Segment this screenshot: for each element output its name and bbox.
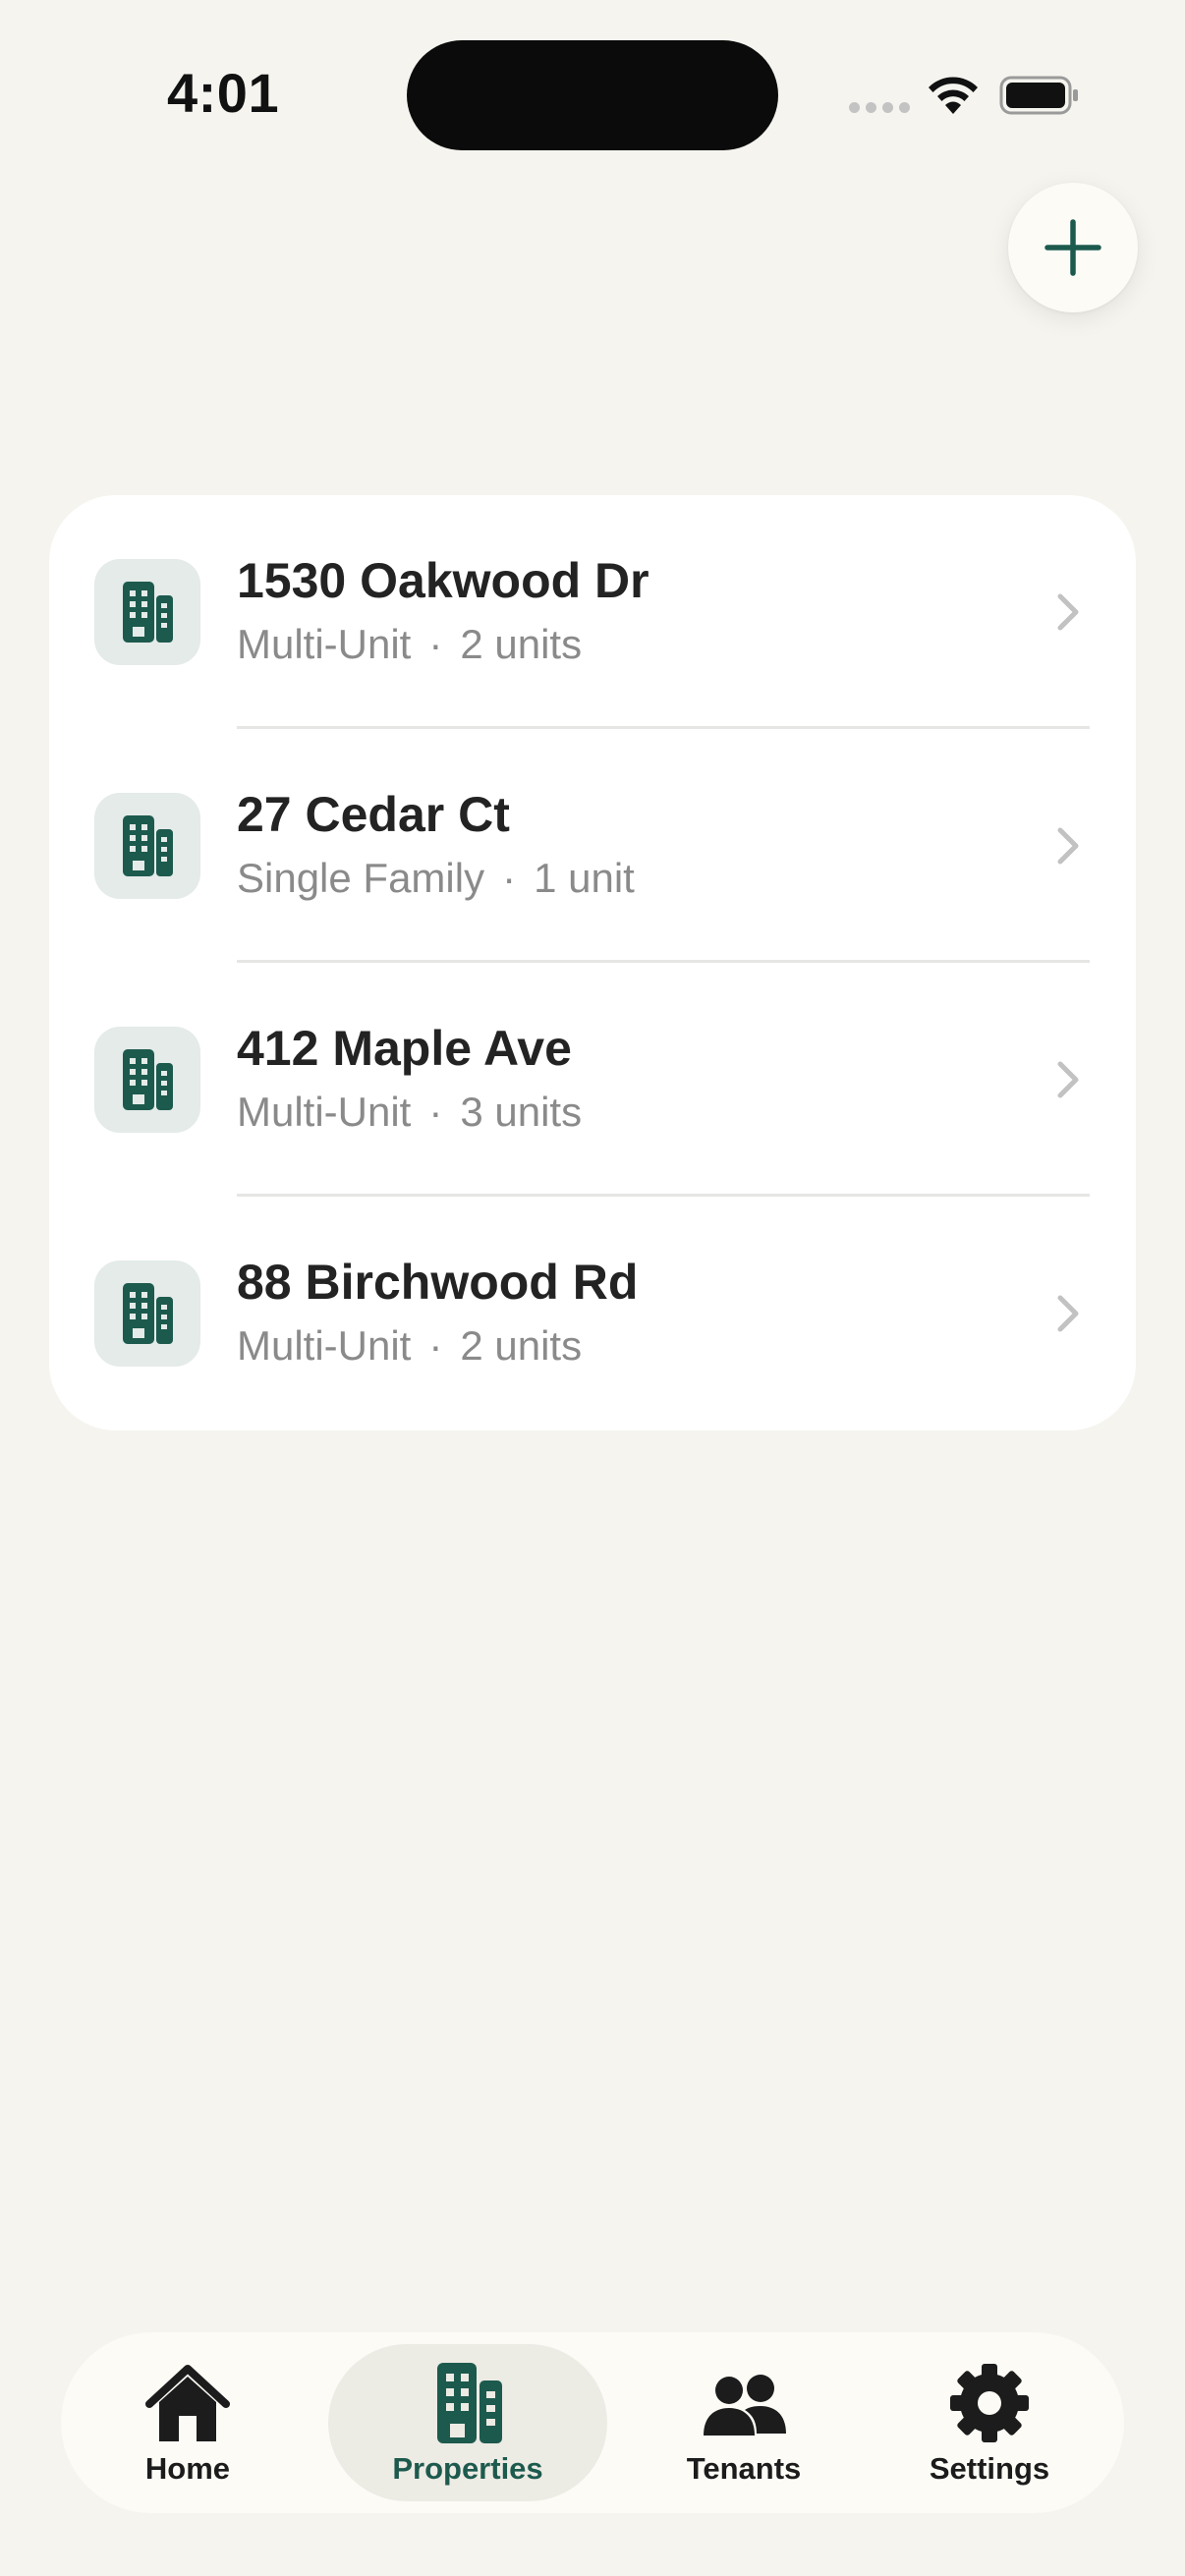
property-details: Multi-Unit · 2 units bbox=[237, 621, 582, 668]
chevron-right-icon bbox=[1057, 1061, 1079, 1098]
property-row-88-birchwood-rd[interactable]: 88 Birchwood Rd Multi-Unit · 2 units bbox=[49, 1197, 1136, 1430]
unit-count: 3 units bbox=[460, 1089, 583, 1135]
building-icon bbox=[94, 1260, 200, 1367]
tab-label: Home bbox=[144, 2451, 231, 2486]
building-icon bbox=[437, 2363, 502, 2443]
property-name: 412 Maple Ave bbox=[237, 1021, 572, 1076]
tab-label: Properties bbox=[392, 2451, 543, 2486]
property-type: Multi-Unit bbox=[237, 621, 412, 667]
property-list: 1530 Oakwood Dr Multi-Unit · 2 units 27 Ce… bbox=[49, 495, 1136, 1430]
building-icon bbox=[94, 793, 200, 899]
building-icon bbox=[94, 1027, 200, 1133]
property-row-1530-oakwood-dr[interactable]: 1530 Oakwood Dr Multi-Unit · 2 units bbox=[49, 495, 1136, 729]
property-type: Single Family bbox=[237, 855, 485, 901]
property-name: 1530 Oakwood Dr bbox=[237, 553, 649, 608]
tab-label: Tenants bbox=[686, 2451, 802, 2486]
separator-dot: · bbox=[428, 1089, 443, 1135]
property-type: Multi-Unit bbox=[237, 1322, 412, 1369]
tab-bar: Home Properties Tenants Settings bbox=[61, 2332, 1124, 2513]
property-row-27-cedar-ct[interactable]: 27 Cedar Ct Single Family · 1 unit bbox=[49, 729, 1136, 963]
dynamic-island bbox=[407, 40, 778, 150]
unit-count: 1 unit bbox=[534, 855, 635, 901]
separator-dot: · bbox=[502, 855, 517, 901]
gear-icon bbox=[950, 2364, 1029, 2442]
tab-tenants[interactable]: Tenants bbox=[639, 2332, 849, 2513]
chevron-right-icon bbox=[1057, 827, 1079, 865]
cellular-signal-icon bbox=[849, 102, 910, 113]
tab-settings[interactable]: Settings bbox=[886, 2332, 1093, 2513]
plus-icon bbox=[1044, 219, 1101, 276]
property-type: Multi-Unit bbox=[237, 1089, 412, 1135]
unit-count: 2 units bbox=[460, 1322, 583, 1369]
property-details: Single Family · 1 unit bbox=[237, 855, 635, 902]
unit-count: 2 units bbox=[460, 621, 583, 667]
home-icon bbox=[145, 2365, 230, 2441]
building-icon bbox=[94, 559, 200, 665]
property-name: 27 Cedar Ct bbox=[237, 787, 510, 842]
tab-properties[interactable]: Properties bbox=[328, 2344, 607, 2501]
people-icon bbox=[704, 2375, 786, 2436]
tab-home[interactable]: Home bbox=[96, 2332, 279, 2513]
property-details: Multi-Unit · 3 units bbox=[237, 1089, 582, 1136]
add-property-button[interactable] bbox=[1008, 183, 1138, 312]
tab-label: Settings bbox=[929, 2451, 1050, 2486]
properties-screen: 4:01 1530 Oakwood Dr Multi-Unit · 2 units bbox=[0, 0, 1185, 2576]
wifi-icon bbox=[929, 77, 978, 114]
chevron-right-icon bbox=[1057, 1295, 1079, 1332]
separator-dot: · bbox=[428, 621, 443, 667]
property-row-412-maple-ave[interactable]: 412 Maple Ave Multi-Unit · 3 units bbox=[49, 963, 1136, 1197]
separator-dot: · bbox=[428, 1322, 443, 1369]
chevron-right-icon bbox=[1057, 593, 1079, 631]
property-name: 88 Birchwood Rd bbox=[237, 1255, 639, 1310]
status-time: 4:01 bbox=[167, 62, 280, 124]
battery-icon bbox=[999, 76, 1078, 115]
property-details: Multi-Unit · 2 units bbox=[237, 1322, 582, 1370]
